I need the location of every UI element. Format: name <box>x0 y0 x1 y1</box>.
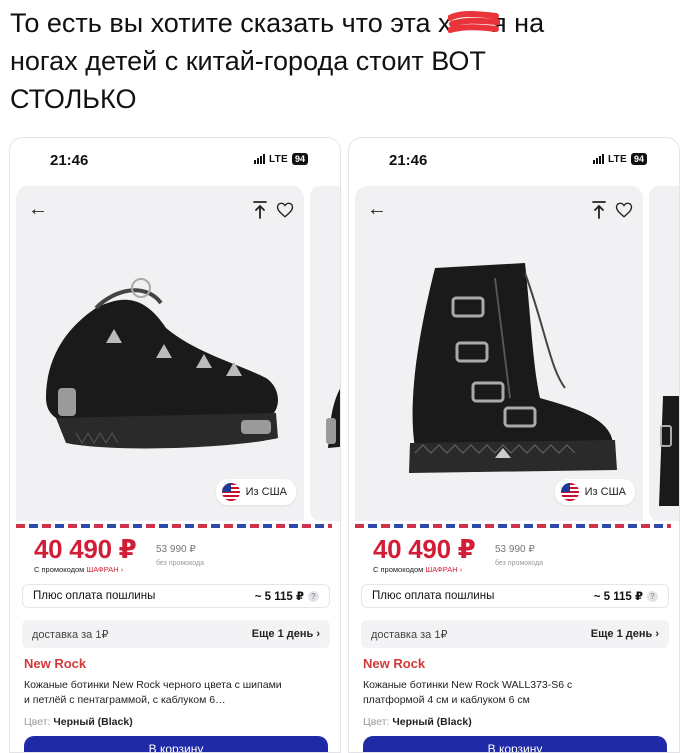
duty-row[interactable]: Плюс оплата пошлины ~ 5 115 ₽? <box>361 584 669 608</box>
origin-text: Из США <box>584 486 626 498</box>
promo-prefix: С промокодом <box>373 565 424 574</box>
duty-amount-wrap: ~ 5 115 ₽? <box>594 589 658 603</box>
status-bar: 21:46 LTE 94 <box>10 138 340 182</box>
status-icons: LTE 94 <box>592 153 647 165</box>
delivery-when: Еще 1 день › <box>251 628 320 640</box>
delivery-when: Еще 1 день › <box>590 628 659 640</box>
color-label: Цвет: <box>24 716 51 728</box>
heart-icon[interactable] <box>615 201 633 219</box>
duty-row[interactable]: Плюс оплата пошлины ~ 5 115 ₽? <box>22 584 330 608</box>
promo-code[interactable]: ШАФРАН › <box>86 565 123 574</box>
color-row: Цвет: Черный (Black) <box>24 716 133 728</box>
signal-icon <box>253 154 265 164</box>
promo-code[interactable]: ШАФРАН › <box>425 565 462 574</box>
boot-image <box>409 263 617 473</box>
product-title: Кожаные ботинки New Rock черного цвета с… <box>24 679 282 706</box>
back-arrow-icon[interactable]: ← <box>367 199 387 219</box>
old-price-note: без промокода <box>495 560 543 567</box>
next-image-preview[interactable] <box>310 186 340 521</box>
origin-badge: Из США <box>215 479 296 505</box>
promo-prefix: С промокодом <box>34 565 85 574</box>
duty-amount: ~ 5 115 ₽ <box>254 591 304 603</box>
tweet-caption: То есть вы хотите сказать что эта хxxxя … <box>10 4 690 118</box>
add-to-cart-button[interactable]: В корзину <box>363 736 667 752</box>
add-to-cart-button[interactable]: В корзину <box>24 736 328 752</box>
delivery-label: доставка за 1₽ <box>32 628 109 641</box>
product-gallery[interactable]: ← Из США <box>355 186 643 521</box>
duty-label: Плюс оплата пошлины <box>372 590 495 602</box>
censor-scribble: xxx <box>447 4 500 42</box>
status-time: 21:46 <box>389 152 428 169</box>
censor-scribble-icon <box>447 11 500 33</box>
product-screenshot-left: 21:46 LTE 94 ← Из США 40 490 ₽ С промоко… <box>9 137 341 753</box>
delivery-row[interactable]: доставка за 1₽ Еще 1 день › <box>361 620 669 648</box>
delivery-label: доставка за 1₽ <box>371 628 448 641</box>
network-type: LTE <box>268 153 288 165</box>
price-block: 40 490 ₽ С промокодом ШАФРАН › 53 990 ₽ … <box>355 530 671 580</box>
shoe-image <box>46 278 278 449</box>
color-row: Цвет: Черный (Black) <box>363 716 472 728</box>
caption-line-1: То есть вы хотите сказать что эта хxxxя … <box>10 4 690 42</box>
price-stripe <box>16 524 332 528</box>
heart-icon[interactable] <box>276 201 294 219</box>
brand-link[interactable]: New Rock <box>24 656 86 671</box>
status-time: 21:46 <box>50 152 89 169</box>
back-arrow-icon[interactable]: ← <box>28 199 48 219</box>
color-value: Черный (Black) <box>53 716 133 728</box>
caption-line-3: СТОЛЬКО <box>10 84 137 114</box>
price-stripe <box>355 524 671 528</box>
duty-amount-wrap: ~ 5 115 ₽? <box>255 589 319 603</box>
brand-link[interactable]: New Rock <box>363 656 425 671</box>
color-label: Цвет: <box>363 716 390 728</box>
origin-text: Из США <box>245 486 287 498</box>
share-icon[interactable] <box>252 200 268 220</box>
product-gallery[interactable]: ← Из США <box>16 186 304 521</box>
duty-label: Плюс оплата пошлины <box>33 590 156 602</box>
duty-amount: ~ 5 115 ₽ <box>593 591 643 603</box>
battery-icon: 94 <box>291 153 308 165</box>
origin-badge: Из США <box>554 479 635 505</box>
next-shoe-image <box>326 388 340 448</box>
question-icon[interactable]: ? <box>647 590 658 602</box>
color-value: Черный (Black) <box>392 716 472 728</box>
us-flag-icon <box>560 483 579 501</box>
product-title: Кожаные ботинки New Rock WALL373-S6 с пл… <box>363 679 573 706</box>
gallery-toolbar: ← <box>28 199 294 220</box>
share-icon[interactable] <box>591 200 607 220</box>
network-type: LTE <box>607 153 627 165</box>
us-flag-icon <box>221 483 240 501</box>
product-screenshot-right: 21:46 LTE 94 ← Из США 40 490 ₽ С промоко… <box>348 137 680 753</box>
caption-text: я на <box>492 8 545 38</box>
question-icon[interactable]: ? <box>308 590 319 602</box>
old-price-note: без промокода <box>156 560 204 567</box>
old-price: 53 990 ₽ <box>156 544 196 555</box>
price-block: 40 490 ₽ С промокодом ШАФРАН › 53 990 ₽ … <box>16 530 332 580</box>
caption-line-2: ногах детей с китай-города стоит ВОТ <box>10 46 486 76</box>
delivery-row[interactable]: доставка за 1₽ Еще 1 день › <box>22 620 330 648</box>
signal-icon <box>592 154 604 164</box>
status-icons: LTE 94 <box>253 153 308 165</box>
status-bar: 21:46 LTE 94 <box>349 138 679 182</box>
gallery-toolbar: ← <box>367 199 633 220</box>
next-image-preview[interactable] <box>649 186 679 521</box>
next-boot-image <box>659 396 679 506</box>
caption-text: То есть вы хотите сказать что эта х <box>10 8 452 38</box>
battery-icon: 94 <box>630 153 647 165</box>
old-price: 53 990 ₽ <box>495 544 535 555</box>
